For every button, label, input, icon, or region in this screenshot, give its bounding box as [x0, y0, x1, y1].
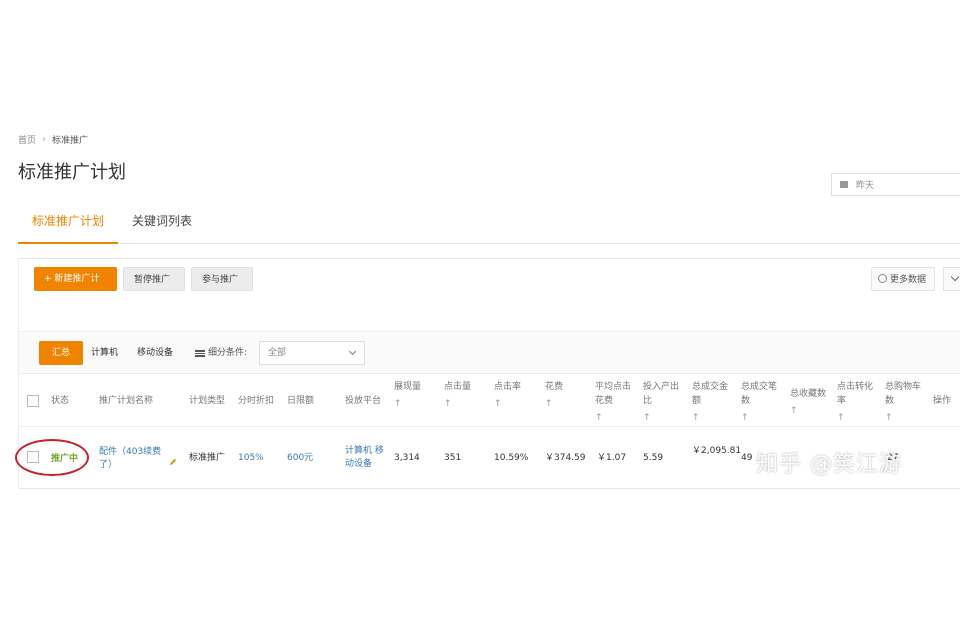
filter-bar: 汇总 计算机 移动设备 细分条件: 全部: [19, 331, 960, 373]
impressions-value: 3,314: [394, 453, 420, 463]
breadcrumb-home[interactable]: 首页: [18, 133, 36, 146]
col-impressions[interactable]: 展现量 ↑: [394, 380, 430, 411]
roi-value: 5.59: [643, 453, 664, 463]
page: 首页 › 标准推广 标准推广计划 昨天 标准推广计划 关键词列表 + 新建推广计…: [0, 0, 960, 624]
ctr-value: 10.59%: [494, 453, 529, 463]
more-data-button[interactable]: 更多数据: [871, 267, 935, 291]
join-button[interactable]: 参与推广: [191, 267, 253, 291]
col-avg-cpc[interactable]: 平均点击花费 ↑: [595, 380, 635, 425]
breadcrumb-current: 标准推广: [52, 136, 89, 146]
pause-button[interactable]: 暂停推广: [123, 267, 185, 291]
edit-icon[interactable]: [169, 458, 177, 466]
breakdown-label-text: 细分条件:: [208, 348, 248, 358]
col-platform: 投放平台: [345, 396, 382, 406]
daily-limit-link[interactable]: 600元: [287, 452, 313, 465]
page-title: 标准推广计划: [18, 162, 126, 183]
watermark: 知乎 @笑江游: [756, 452, 902, 477]
status-badge[interactable]: 推广中: [51, 451, 78, 464]
clicks-value: 351: [444, 453, 462, 463]
table-header: 状态 推广计划名称 计划类型 分时折扣 日限额 投放平台 展现量 ↑ 点击量 ↑ 点…: [19, 373, 960, 427]
col-total-orders[interactable]: 总成交笔数 ↑: [741, 380, 781, 425]
col-status: 状态: [51, 396, 70, 406]
col-discount: 分时折扣: [238, 396, 275, 406]
col-total-amount[interactable]: 总成交金额 ↑: [692, 380, 732, 425]
breakdown-select-value: 全部: [268, 348, 287, 358]
filter-mobile[interactable]: 移动设备: [137, 341, 173, 365]
tab-bar: 标准推广计划 关键词列表: [18, 208, 960, 244]
cost-value: ￥374.59: [545, 453, 586, 463]
gear-icon: [878, 274, 887, 283]
sort-arrow-icon: ↑: [790, 406, 798, 416]
total-orders-value: 49: [741, 453, 753, 463]
row-checkbox[interactable]: [27, 451, 39, 463]
tab-keyword-list[interactable]: 关键词列表: [118, 208, 206, 244]
col-actions: 操作: [933, 396, 952, 406]
breadcrumb: 首页 › 标准推广: [18, 133, 88, 146]
expand-chevron-button[interactable]: [943, 267, 960, 291]
new-plan-button[interactable]: + 新建推广计划: [34, 267, 117, 308]
sort-arrow-icon: ↑: [643, 413, 651, 423]
date-picker-value: 昨天: [856, 181, 875, 191]
sort-arrow-icon: ↑: [837, 413, 845, 423]
sort-arrow-icon: ↑: [494, 399, 502, 409]
sort-arrow-icon: ↑: [885, 413, 893, 423]
tab-standard-plans[interactable]: 标准推广计划: [18, 208, 119, 244]
sort-arrow-icon: ↑: [545, 399, 553, 409]
breakdown-label: 细分条件:: [195, 341, 247, 365]
plan-name-link[interactable]: 配件（403续费了）: [99, 446, 165, 472]
chevron-down-icon: [348, 347, 357, 356]
col-favorites[interactable]: 总收藏数 ↑: [790, 387, 834, 418]
filter-all[interactable]: 汇总: [39, 341, 83, 365]
list-icon: [195, 349, 205, 357]
chevron-right-icon: ›: [42, 134, 47, 145]
sort-arrow-icon: ↑: [394, 399, 402, 409]
sort-arrow-icon: ↑: [595, 413, 603, 423]
discount-link[interactable]: 105%: [238, 452, 264, 465]
col-cost[interactable]: 花费 ↑: [545, 380, 581, 411]
col-cart[interactable]: 总购物车数 ↑: [885, 380, 925, 425]
select-all-checkbox[interactable]: [27, 395, 39, 407]
col-clicks[interactable]: 点击量 ↑: [444, 380, 480, 411]
platform-link[interactable]: 计算机 移动设备: [345, 445, 385, 471]
breakdown-select[interactable]: 全部: [259, 341, 365, 365]
col-conversion-rate[interactable]: 点击转化率 ↑: [837, 380, 877, 425]
avg-cpc-value: ￥1.07: [597, 453, 627, 463]
col-ctr[interactable]: 点击率 ↑: [494, 380, 530, 411]
more-data-label: 更多数据: [890, 275, 927, 285]
sort-arrow-icon: ↑: [692, 413, 700, 423]
sort-arrow-icon: ↑: [444, 399, 452, 409]
col-plan-type: 计划类型: [189, 396, 226, 406]
col-roi[interactable]: 投入产出比 ↑: [643, 380, 683, 425]
plan-type: 标准推广: [189, 453, 226, 463]
calendar-icon: [840, 181, 848, 188]
date-picker[interactable]: 昨天: [831, 173, 960, 196]
col-plan-name: 推广计划名称: [99, 396, 154, 406]
filter-pc[interactable]: 计算机: [91, 341, 118, 365]
col-daily-limit: 日限额: [287, 396, 315, 406]
sort-arrow-icon: ↑: [741, 413, 749, 423]
total-amount-value: ￥2,095.81: [692, 446, 742, 456]
